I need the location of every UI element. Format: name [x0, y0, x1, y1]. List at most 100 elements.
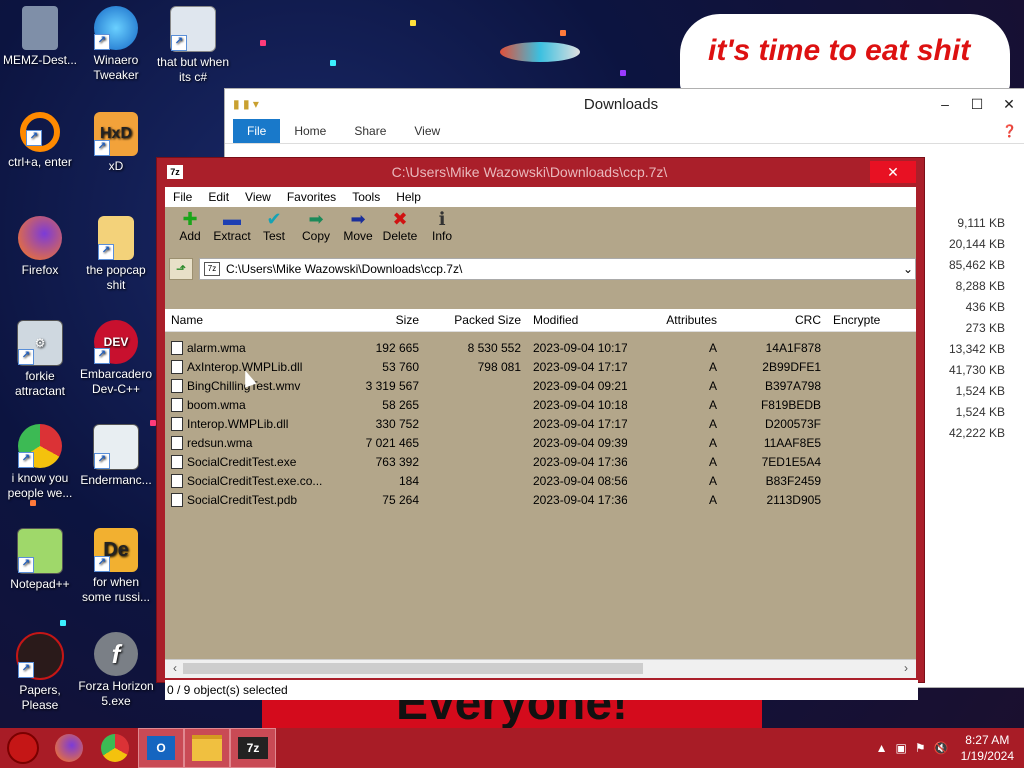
move-button[interactable]: ➡ Move	[337, 207, 379, 257]
desktop-icon-winaero[interactable]: ↗ Winaero Tweaker	[78, 6, 154, 83]
copy-button[interactable]: ➡ Copy	[295, 207, 337, 257]
7zip-window[interactable]: 7z C:\Users\Mike Wazowski\Downloads\ccp.…	[156, 157, 925, 700]
table-row[interactable]: AxInterop.WMPLib.dll 53 760 798 081 2023-09…	[165, 357, 916, 376]
file-packed-size: 798 081	[477, 359, 521, 374]
table-row[interactable]: redsun.wma 7 021 465 2023-09-04 09:39 A 11AA…	[165, 433, 916, 452]
delete-button[interactable]: ✖ Delete	[379, 207, 421, 257]
desktop-icon-firefox[interactable]: Firefox	[2, 216, 78, 278]
column-packed-size[interactable]: Packed Size	[425, 313, 527, 327]
table-row[interactable]: BingChillingTest.wmv 3 319 567 2023-09-04 …	[165, 376, 916, 395]
info-button[interactable]: ℹ Info	[421, 207, 463, 257]
file-size: 763 392	[375, 454, 419, 469]
desktop-icon-csharp[interactable]: ↗ that but when its c#	[155, 6, 231, 85]
chevron-down-icon[interactable]: ⌄	[901, 262, 915, 276]
stack-icon: ↗	[170, 6, 216, 52]
close-button[interactable]: ✕	[993, 96, 1024, 113]
menu-tools[interactable]: Tools	[344, 190, 388, 204]
column-encrypted[interactable]: Encrypte	[827, 313, 916, 327]
file-name-text: SocialCreditTest.exe.co...	[187, 473, 323, 488]
test-button[interactable]: ✔ Test	[253, 207, 295, 257]
taskbar-outlook[interactable]: O	[138, 728, 184, 768]
menu-file[interactable]: File	[165, 190, 200, 204]
chevron-up-icon[interactable]: ▲	[872, 741, 892, 755]
column-crc[interactable]: CRC	[723, 313, 827, 327]
table-row[interactable]: Interop.WMPLib.dll 330 752 2023-09-04 17:1…	[165, 414, 916, 433]
file-size: 9,111 KB	[957, 216, 1005, 230]
menu-view[interactable]: View	[237, 190, 279, 204]
delete-label: Delete	[382, 229, 418, 243]
desktop-icon-label: that but when its c#	[156, 55, 230, 84]
menu-favorites[interactable]: Favorites	[279, 190, 344, 204]
desktop-icon-forza[interactable]: f Forza Horizon 5.exe	[78, 632, 154, 709]
action-center-icon[interactable]: ⚑	[911, 741, 930, 755]
explorer-titlebar[interactable]: ▮ ▮ ▾ Downloads – ☐ ✕	[225, 89, 1024, 119]
desktop-icon-xd[interactable]: HxD ↗ xD	[78, 112, 154, 174]
taskbar-file-explorer[interactable]	[184, 728, 230, 768]
table-row[interactable]: alarm.wma 192 665 8 530 552 2023-09-04 10:1…	[165, 338, 916, 357]
taskbar-firefox[interactable]	[46, 728, 92, 768]
column-name[interactable]: Name	[165, 313, 325, 327]
volume-mute-icon[interactable]: 🔇	[930, 741, 953, 755]
taskbar-7zip[interactable]: 7z	[230, 728, 276, 768]
table-row[interactable]: boom.wma 58 265 2023-09-04 10:18 A F819BEDB	[165, 395, 916, 414]
file-size: 13,342 KB	[948, 342, 1005, 356]
delete-x-icon: ✖	[392, 209, 408, 229]
desktop-icon-chrome[interactable]: ↗ i know you people we...	[2, 424, 78, 501]
file-icon	[171, 397, 183, 412]
minimize-button[interactable]: –	[929, 96, 961, 112]
file-name: Interop.WMPLib.dll	[165, 416, 325, 431]
desktop-icon-ctrl-a[interactable]: ↗ ctrl+a, enter	[2, 112, 78, 170]
quick-access-icon[interactable]: ▮ ▮ ▾	[225, 97, 313, 111]
table-row[interactable]: SocialCreditTest.exe 763 392 2023-09-04 17…	[165, 452, 916, 471]
tab-home[interactable]: Home	[280, 119, 340, 143]
address-bar: ⬏ 7z C:\Users\Mike Wazowski\Downloads\cc…	[165, 257, 916, 281]
path-input[interactable]: 7z C:\Users\Mike Wazowski\Downloads\ccp.…	[199, 258, 916, 280]
7zip-titlebar[interactable]: 7z C:\Users\Mike Wazowski\Downloads\ccp.…	[157, 158, 924, 186]
maximize-button[interactable]: ☐	[961, 96, 993, 113]
file-attributes: A	[708, 454, 717, 469]
close-button[interactable]: ✕	[870, 161, 916, 183]
ruby-icon	[7, 732, 39, 764]
taskbar-chrome[interactable]	[92, 728, 138, 768]
up-folder-icon[interactable]: ⬏	[169, 258, 193, 280]
extract-label: Extract	[213, 229, 251, 243]
desktop-icon-popcap[interactable]: ↗ the popcap shit	[78, 216, 154, 293]
tab-view[interactable]: View	[400, 119, 454, 143]
tab-share[interactable]: Share	[340, 119, 400, 143]
scroll-left-icon[interactable]: ‹	[167, 661, 183, 675]
file-size: 58 265	[382, 397, 419, 412]
column-size[interactable]: Size	[325, 313, 425, 327]
table-row[interactable]: SocialCreditTest.exe.co... 184 2023-09-04 …	[165, 471, 916, 490]
clock[interactable]: 8:27 AM 1/19/2024	[953, 732, 1024, 764]
desktop-icon-devcpp[interactable]: DEV ↗ Embarcadero Dev-C++	[78, 320, 154, 397]
extract-button[interactable]: ▬ Extract	[211, 207, 253, 257]
start-button[interactable]	[0, 728, 46, 768]
desktop-icon-notepadpp[interactable]: ↗ Notepad++	[2, 528, 78, 592]
file-size: 7 021 465	[365, 435, 419, 450]
file-icon	[171, 378, 183, 393]
column-modified[interactable]: Modified	[527, 313, 627, 327]
table-row[interactable]: SocialCreditTest.pdb 75 264 2023-09-04 17:…	[165, 490, 916, 509]
help-icon[interactable]: ❓	[1002, 124, 1017, 138]
desktop-icon-papers[interactable]: ↗ Papers, Please	[2, 632, 78, 713]
desktop-icon-russi[interactable]: De ↗ for when some russi...	[78, 528, 154, 605]
desktop-icon-endermanc[interactable]: ↗ Endermanc...	[78, 424, 154, 488]
desktop-icon-forkie[interactable]: ⚙ ↗ forkie attractant	[2, 320, 78, 399]
desktop-icon-memz[interactable]: MEMZ-Dest...	[2, 6, 78, 68]
desktop-icon-label: Endermanc...	[80, 473, 152, 487]
menu-help[interactable]: Help	[388, 190, 429, 204]
taskbar: O 7z ▲ ▣ ⚑ 🔇 8:27 AM 1/19/2024	[0, 728, 1024, 768]
scrollbar-thumb[interactable]	[183, 663, 643, 674]
file-size: 436 KB	[965, 300, 1005, 314]
file-list: Name Size Packed Size Modified Attribute…	[165, 309, 916, 653]
file-crc: B83F2459	[765, 473, 821, 488]
tab-file[interactable]: File	[233, 119, 281, 143]
file-name: SocialCreditTest.exe	[165, 454, 325, 469]
menu-edit[interactable]: Edit	[200, 190, 237, 204]
column-attributes[interactable]: Attributes	[627, 313, 723, 327]
file-crc: 11AAF8E5	[763, 435, 821, 450]
add-button[interactable]: ✚ Add	[169, 207, 211, 257]
network-icon[interactable]: ▣	[892, 741, 911, 755]
horizontal-scrollbar[interactable]: ‹ ›	[165, 659, 916, 678]
scroll-right-icon[interactable]: ›	[898, 661, 914, 675]
